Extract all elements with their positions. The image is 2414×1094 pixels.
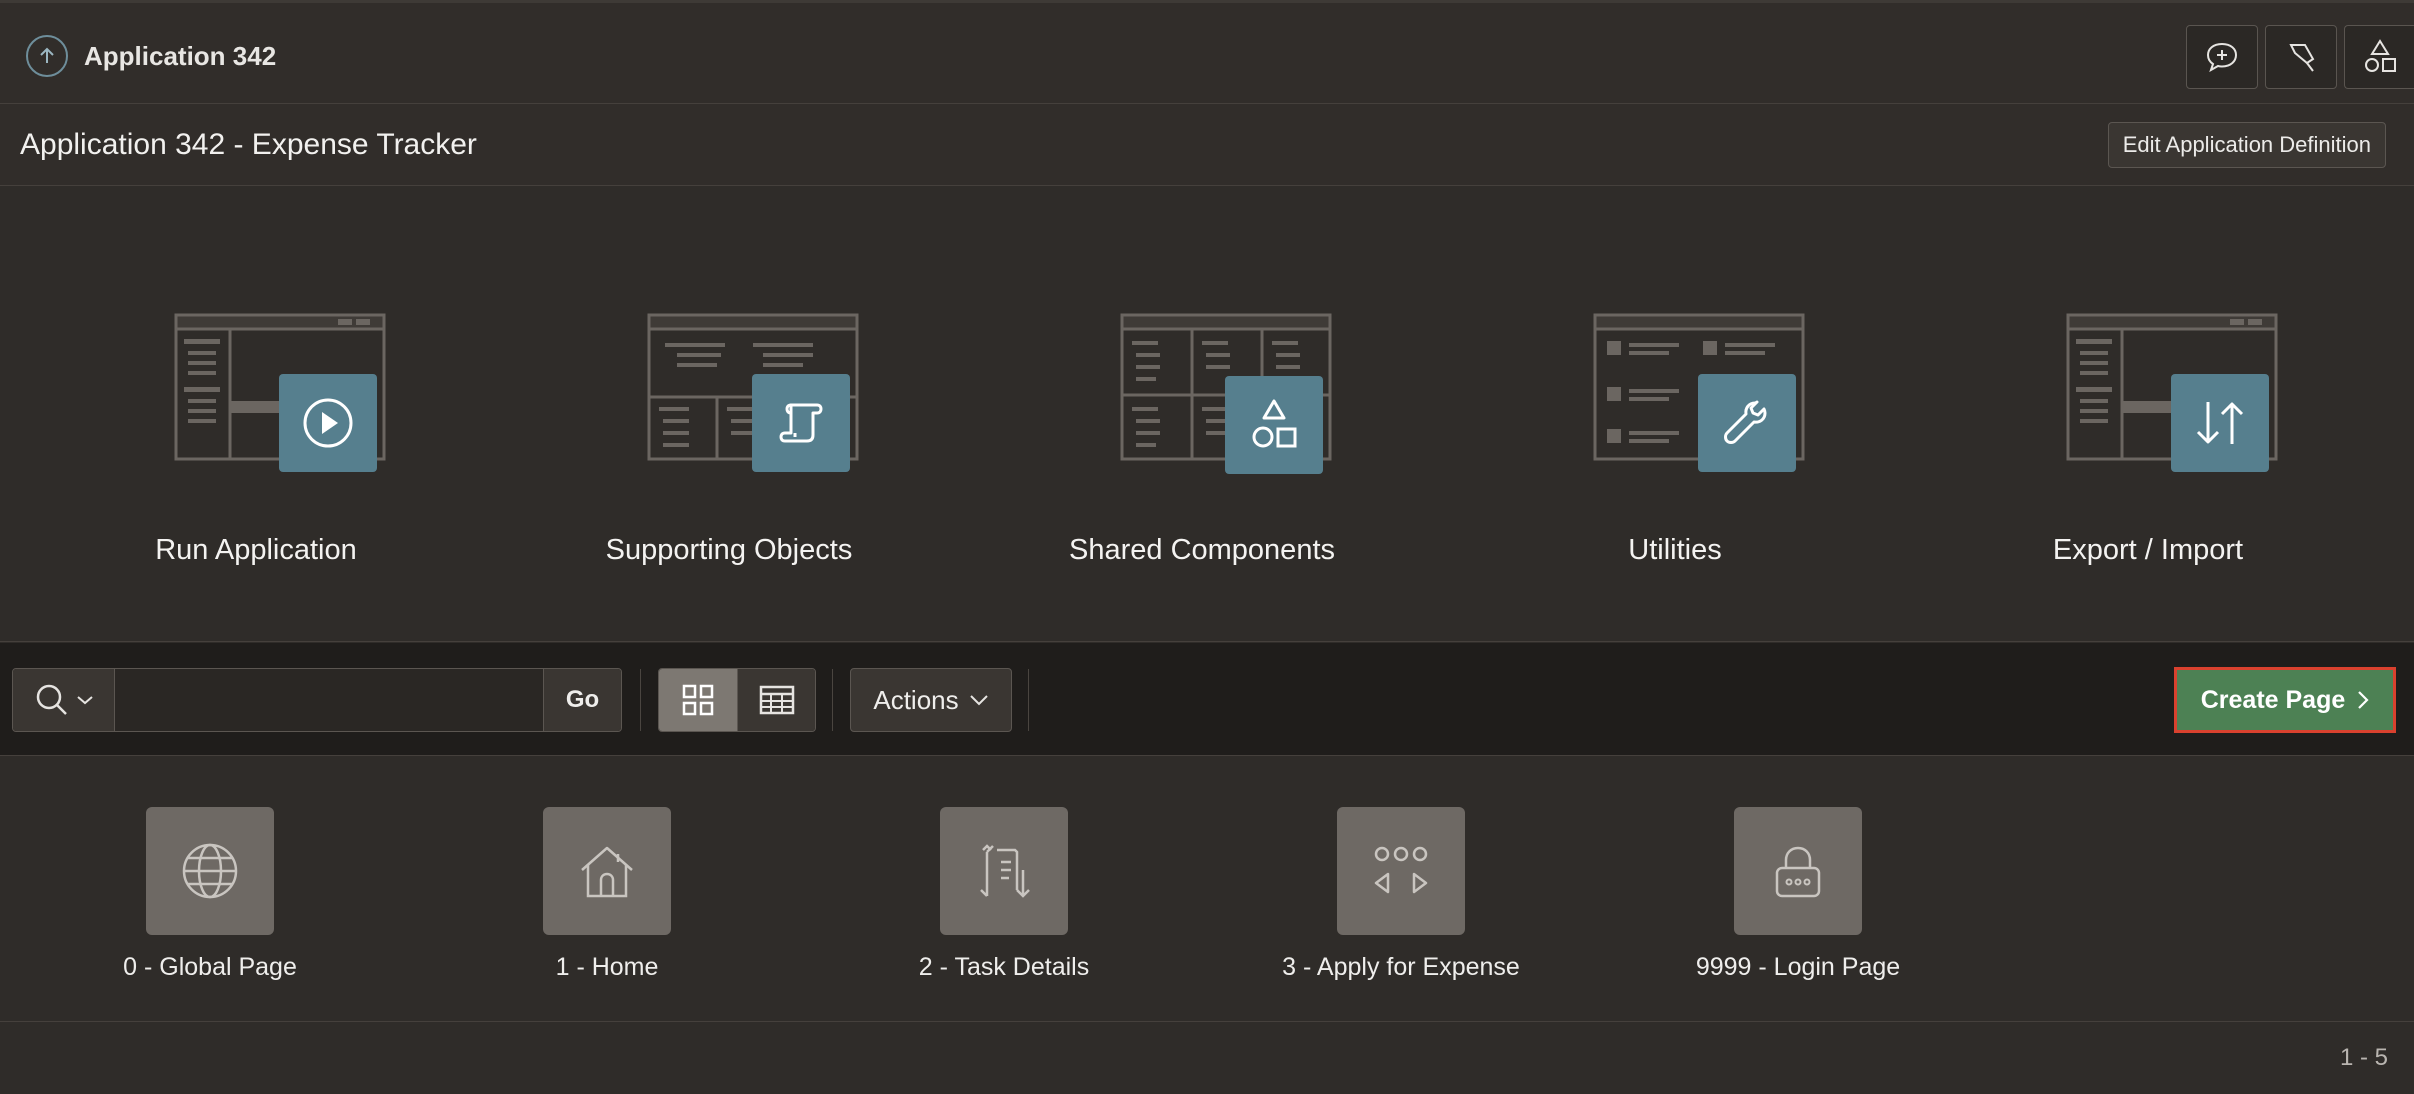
pin-icon [2289,44,2315,72]
chevron-down-icon [76,696,93,705]
toolbar-divider [832,669,833,731]
search-group: Go [12,668,622,732]
actions-label: Actions [873,684,959,715]
top-header: Application 342 [0,0,2414,104]
page-label: 9999 - Login Page [1695,953,1901,981]
arrow-up-icon [40,47,54,63]
globe-icon [182,843,238,899]
tile-shared-components[interactable]: Shared Components [1002,186,1402,642]
play-icon [303,398,353,448]
navigate-up-button[interactable] [26,35,68,77]
tile-utilities[interactable]: Utilities [1475,186,1875,642]
table-icon [759,685,794,715]
pagination-info: 1 - 5 [2339,1044,2388,1071]
icon-view-button[interactable] [659,669,737,731]
page-label: 1 - Home [555,953,659,981]
scroll-icon [779,403,823,443]
search-options-button[interactable] [13,669,115,731]
page-card-global[interactable]: 0 - Global Page [0,757,400,1022]
page-icon-box [1337,807,1465,935]
create-page-button[interactable]: Create Page [2174,667,2396,733]
tile-label: Supporting Objects [605,534,853,566]
page-label: 3 - Apply for Expense [1282,953,1520,981]
shared-components-shortcut-button[interactable] [2344,25,2414,89]
edit-application-definition-button[interactable]: Edit Application Definition [2107,122,2386,168]
tile-run-application[interactable]: Run Application [56,186,456,642]
create-page-label: Create Page [2200,685,2346,714]
view-toggle [658,668,816,732]
page-card-home[interactable]: 1 - Home [397,757,797,1022]
arrows-up-down-icon [2196,402,2244,444]
search-input[interactable] [115,669,543,731]
details-icon [980,844,1030,898]
pages-grid: 0 - Global Page 1 - Home 2 - Task Detail… [0,757,2414,1022]
export-import-badge [2171,374,2269,472]
tile-label: Run Application [155,534,357,566]
shapes-icon [1252,399,1297,448]
chevron-down-icon [969,695,988,706]
title-row: Application 342 - Expense Tracker Edit A… [0,104,2414,186]
tile-export-import[interactable]: Export / Import [1948,186,2348,642]
run-badge [279,374,377,472]
page-card-task-details[interactable]: 2 - Task Details [794,757,1194,1022]
developer-pin-button[interactable] [2265,25,2337,89]
application-tiles: Run Application Supporting Objects Share… [0,186,2414,642]
report-view-button[interactable] [737,669,815,731]
search-icon [36,684,67,715]
page-card-login[interactable]: 9999 - Login Page [1588,757,1988,1022]
go-button[interactable]: Go [543,669,621,731]
supporting-objects-badge [752,374,850,472]
chevron-right-icon [2358,691,2369,709]
tile-label: Shared Components [1069,534,1335,566]
page-label: 2 - Task Details [918,953,1090,981]
shapes-icon [2364,39,2396,72]
pages-toolbar: Go Actions Create Page [0,643,2414,756]
feedback-button[interactable] [2186,25,2258,89]
actions-menu-button[interactable]: Actions [850,668,1012,732]
chat-plus-icon [2206,42,2238,73]
wizard-icon [1374,846,1428,894]
shared-components-badge [1225,376,1323,474]
home-icon [581,846,633,898]
page-icon-box [146,807,274,935]
page-icon-box [940,807,1068,935]
tile-label: Export / Import [2052,534,2244,566]
lock-icon [1775,846,1821,898]
page-card-apply-for-expense[interactable]: 3 - Apply for Expense [1191,757,1591,1022]
page-icon-box [1734,807,1862,935]
page-icon-box [543,807,671,935]
grid-icon [682,684,714,716]
page-title: Application 342 - Expense Tracker [20,128,477,161]
breadcrumb[interactable]: Application 342 [84,41,276,72]
utilities-badge [1698,374,1796,472]
toolbar-divider [1028,669,1029,731]
toolbar-divider [640,669,641,731]
tile-supporting-objects[interactable]: Supporting Objects [529,186,929,642]
tile-label: Utilities [1628,534,1722,566]
page-label: 0 - Global Page [123,953,297,981]
wrench-icon [1724,400,1767,444]
